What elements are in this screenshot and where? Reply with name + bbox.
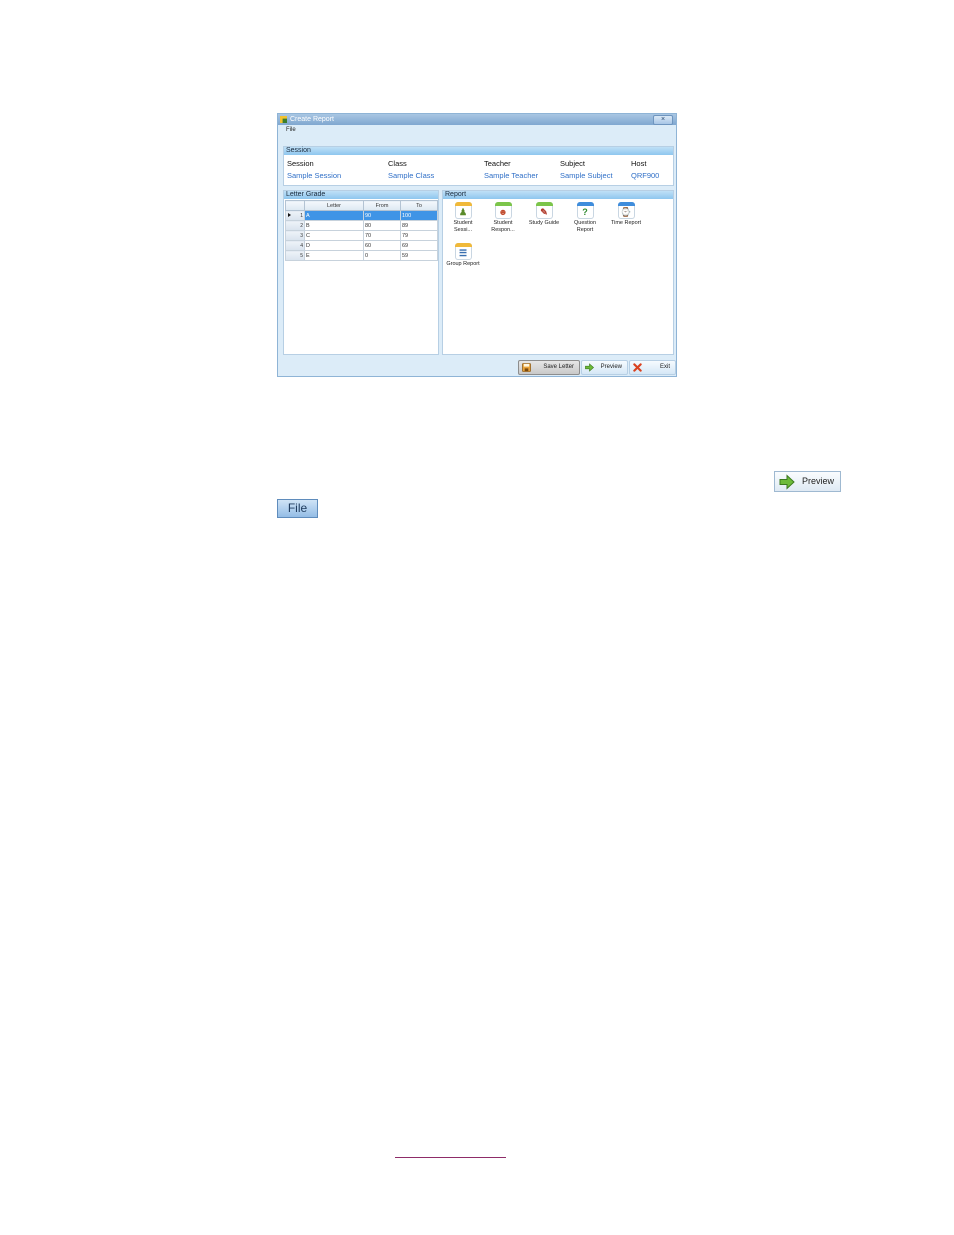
- time-report-icon: ⌚: [617, 202, 635, 219]
- session-panel: Session Session Sample Session Class Sam…: [283, 146, 674, 186]
- report-item-label: Study Guide: [528, 220, 560, 226]
- study-guide-icon: ✎: [535, 202, 553, 219]
- student-session-report-button[interactable]: ♟ Student Sessi...: [443, 202, 483, 234]
- preview-button[interactable]: Preview: [581, 360, 628, 375]
- table-row[interactable]: 2 B 80 89: [285, 220, 438, 231]
- floppy-disk-icon: [522, 363, 531, 372]
- menu-bar: File: [278, 125, 676, 135]
- arrow-right-icon: [779, 474, 795, 490]
- column-header-from[interactable]: From: [363, 200, 401, 211]
- subject-column: Subject Sample Subject: [560, 158, 613, 182]
- subject-label: Subject: [560, 159, 586, 168]
- session-panel-header: Session: [284, 147, 673, 155]
- from-cell[interactable]: 60: [363, 240, 401, 251]
- from-cell[interactable]: 70: [363, 230, 401, 241]
- to-cell[interactable]: 89: [400, 220, 438, 231]
- arrow-right-icon: [585, 363, 594, 372]
- host-label: Host: [631, 159, 647, 168]
- group-report-button[interactable]: ☰ Group Report: [443, 243, 483, 268]
- letter-grade-panel: Letter Grade Letter From To 1 A 90 100 2…: [283, 190, 439, 355]
- current-row-arrow-icon: [288, 213, 291, 217]
- report-panel-header: Report: [443, 191, 673, 199]
- table-row[interactable]: 1 A 90 100: [285, 210, 438, 221]
- report-item-label: Student: [493, 220, 513, 226]
- student-response-icon: ☻: [494, 202, 512, 219]
- question-report-button[interactable]: ? Question Report: [565, 202, 605, 234]
- title-bar: Create Report ×: [278, 114, 676, 125]
- table-row[interactable]: 3 C 70 79: [285, 230, 438, 241]
- row-number: 4: [285, 240, 305, 251]
- letter-grade-header: Letter Grade: [284, 191, 438, 199]
- row-number: 1: [285, 210, 305, 221]
- preview-label: Preview: [600, 364, 622, 370]
- session-label: Session: [287, 159, 314, 168]
- file-menu-button-large[interactable]: File: [277, 499, 318, 518]
- exit-button[interactable]: Exit: [629, 360, 676, 375]
- letter-cell[interactable]: E: [304, 250, 364, 261]
- link-underline[interactable]: [395, 1157, 506, 1158]
- row-header-corner: [285, 200, 305, 211]
- group-report-icon: ☰: [454, 243, 472, 260]
- student-response-report-button[interactable]: ☻ Student Respon...: [483, 202, 523, 234]
- close-button[interactable]: ×: [653, 115, 673, 125]
- report-item-label-2: Report: [576, 227, 594, 233]
- row-number: 3: [285, 230, 305, 241]
- letter-cell[interactable]: D: [304, 240, 364, 251]
- to-cell[interactable]: 69: [400, 240, 438, 251]
- menu-file[interactable]: File: [286, 127, 296, 133]
- row-number: 5: [285, 250, 305, 261]
- student-session-icon: ♟: [454, 202, 472, 219]
- report-item-label: Time Report: [610, 220, 642, 226]
- class-column: Class Sample Class: [388, 158, 434, 182]
- from-cell[interactable]: 80: [363, 220, 401, 231]
- class-value: Sample Class: [388, 171, 435, 180]
- exit-label: Exit: [659, 364, 670, 370]
- letter-cell[interactable]: C: [304, 230, 364, 241]
- letter-cell[interactable]: A: [304, 210, 364, 221]
- letter-cell[interactable]: B: [304, 220, 364, 231]
- close-icon: ×: [660, 116, 666, 123]
- teacher-value: Sample Teacher: [484, 171, 539, 180]
- preview-button-large[interactable]: Preview: [774, 471, 841, 492]
- save-letter-button[interactable]: Save Letter: [518, 360, 580, 375]
- subject-value: Sample Subject: [560, 171, 613, 180]
- from-cell[interactable]: 0: [363, 250, 401, 261]
- report-item-label: Student: [453, 220, 473, 226]
- letter-grade-table: Letter From To 1 A 90 100 2 B 80 89 3 C …: [285, 200, 438, 261]
- app-icon: [280, 116, 287, 123]
- host-value: QRF900: [631, 171, 660, 180]
- session-value: Sample Session: [287, 171, 342, 180]
- preview-label-large: Preview: [802, 476, 835, 486]
- save-letter-label: Save Letter: [543, 364, 574, 370]
- report-item-label-2: Respon...: [491, 227, 515, 233]
- session-column: Session Sample Session: [287, 158, 341, 182]
- table-row[interactable]: 4 D 60 69: [285, 240, 438, 251]
- time-report-button[interactable]: ⌚ Time Report: [606, 202, 646, 227]
- window-title: Create Report: [290, 116, 334, 123]
- table-row[interactable]: 5 E 0 59: [285, 250, 438, 261]
- to-cell[interactable]: 79: [400, 230, 438, 241]
- row-number: 2: [285, 220, 305, 231]
- teacher-column: Teacher Sample Teacher: [484, 158, 538, 182]
- table-header-row: Letter From To: [285, 200, 438, 211]
- teacher-label: Teacher: [484, 159, 511, 168]
- create-report-window: Create Report × File Session Session Sam…: [277, 113, 677, 377]
- class-label: Class: [388, 159, 407, 168]
- to-cell[interactable]: 100: [400, 210, 438, 221]
- to-cell[interactable]: 59: [400, 250, 438, 261]
- row-number-text: 1: [300, 212, 303, 219]
- from-cell[interactable]: 90: [363, 210, 401, 221]
- column-header-letter[interactable]: Letter: [304, 200, 364, 211]
- report-item-label: Question: [573, 220, 596, 226]
- close-x-icon: [633, 363, 642, 372]
- question-report-icon: ?: [576, 202, 594, 219]
- report-item-label-2: Sessi...: [453, 227, 473, 233]
- column-header-to[interactable]: To: [400, 200, 438, 211]
- host-column: Host QRF900: [631, 158, 659, 182]
- report-item-label: Group Report: [446, 261, 480, 267]
- study-guide-report-button[interactable]: ✎ Study Guide: [524, 202, 564, 227]
- report-panel: Report ♟ Student Sessi... ☻ Student Resp…: [442, 190, 674, 355]
